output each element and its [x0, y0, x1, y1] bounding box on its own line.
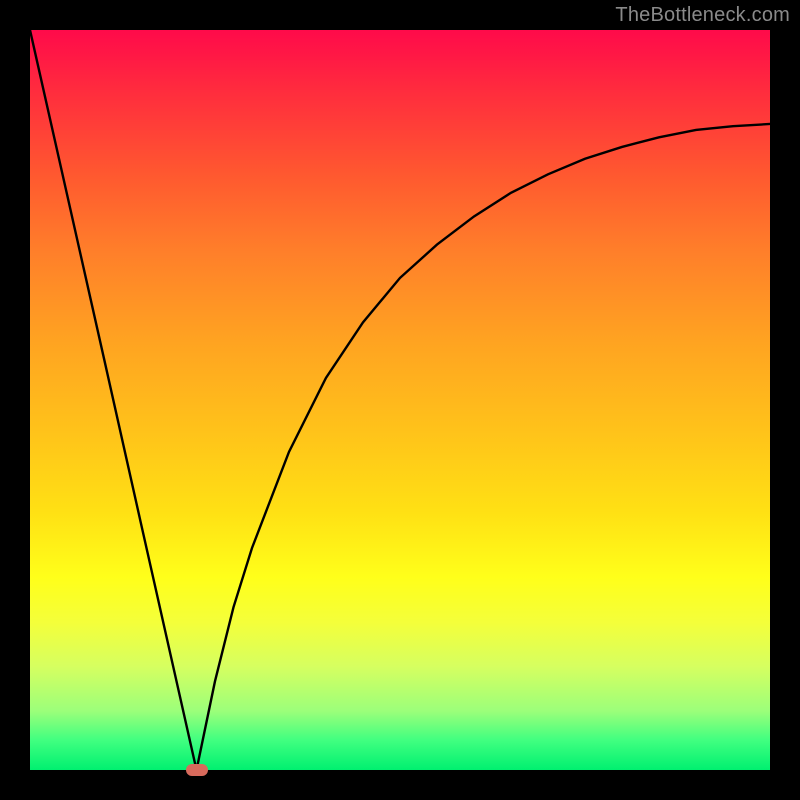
- plot-area: [30, 30, 770, 770]
- watermark-text: TheBottleneck.com: [615, 4, 790, 27]
- minimum-marker: [186, 764, 208, 776]
- chart-frame: TheBottleneck.com: [0, 0, 800, 800]
- bottleneck-curve: [30, 30, 770, 770]
